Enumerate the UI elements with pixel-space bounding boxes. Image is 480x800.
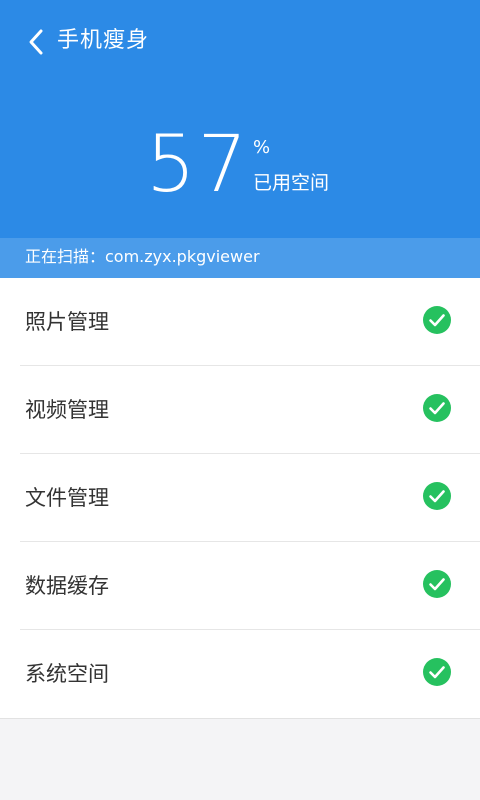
cleanup-category-list: 照片管理 视频管理 文件管理 数据缓存 系统空间: [0, 278, 480, 719]
check-circle-icon: [423, 482, 451, 510]
storage-usage: 57 % 已用空间: [0, 120, 480, 210]
usage-label: 已用空间: [253, 172, 330, 194]
check-circle-icon: [423, 306, 451, 334]
scan-status-bar: 正在扫描：com.zyx.pkgviewer: [0, 238, 480, 278]
chevron-left-icon: [29, 29, 43, 55]
list-item-label: 照片管理: [25, 310, 109, 334]
title-bar: 手机瘦身: [0, 0, 480, 84]
list-item-files[interactable]: 文件管理: [0, 454, 480, 542]
usage-percent-unit: %: [253, 137, 271, 158]
list-item-data-cache[interactable]: 数据缓存: [0, 542, 480, 630]
scan-status-text: 正在扫描：com.zyx.pkgviewer: [25, 247, 260, 266]
list-item-system-space[interactable]: 系统空间: [0, 630, 480, 718]
check-circle-icon: [423, 570, 451, 598]
list-item-label: 视频管理: [25, 398, 109, 422]
list-item-label: 数据缓存: [25, 574, 109, 598]
check-circle-icon: [423, 658, 451, 686]
list-item-label: 文件管理: [25, 486, 109, 510]
list-item-videos[interactable]: 视频管理: [0, 366, 480, 454]
list-item-photos[interactable]: 照片管理: [0, 278, 480, 366]
back-button[interactable]: [18, 24, 54, 60]
usage-percent-value: 57: [146, 120, 250, 210]
check-circle-icon: [423, 394, 451, 422]
page-title: 手机瘦身: [57, 28, 150, 53]
header-panel: 手机瘦身 57 % 已用空间 正在扫描：com.zyx.pkgviewer: [0, 0, 480, 278]
list-item-label: 系统空间: [25, 662, 109, 686]
